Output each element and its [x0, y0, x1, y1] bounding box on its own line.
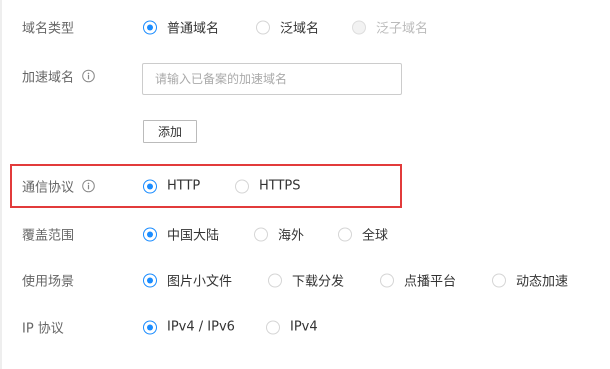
radio-label: 图片小文件: [167, 274, 233, 290]
domain-type-row: 域名类型 普通域名 泛域名 泛子域名: [0, 13, 610, 41]
radio-label: IPv4 / IPv6: [167, 319, 235, 335]
radio-label: 泛域名: [280, 21, 320, 37]
radio-label: 普通域名: [167, 21, 220, 37]
radio-circle-checked[interactable]: [143, 227, 157, 241]
radio-circle[interactable]: [235, 179, 249, 193]
radio-domain-type-wildcard[interactable]: 泛域名: [256, 18, 319, 37]
radio-circle-checked[interactable]: [143, 320, 157, 334]
ip-protocol-row: IP 协议 IPv4 / IPv6 IPv4: [0, 313, 610, 341]
accel-domain-label: 加速域名: [22, 70, 75, 86]
protocol-row: 通信协议 HTTP HTTPS: [0, 172, 610, 200]
radio-ip-v4[interactable]: IPv4: [266, 320, 318, 335]
radio-circle-checked[interactable]: [143, 179, 157, 193]
radio-label: HTTPS: [259, 178, 301, 194]
radio-label: 全球: [362, 228, 389, 244]
radio-scenario-vod[interactable]: 点播平台: [380, 271, 456, 290]
accel-domain-label-wrap: 加速域名: [22, 67, 95, 86]
protocol-label: 通信协议: [22, 180, 75, 196]
radio-circle[interactable]: [256, 20, 270, 34]
coverage-label: 覆盖范围: [22, 228, 75, 244]
coverage-row: 覆盖范围 中国大陆 海外 全球: [0, 220, 610, 248]
domain-type-label: 域名类型: [22, 21, 75, 37]
info-circle-icon[interactable]: [82, 69, 95, 83]
scenario-row: 使用场景 图片小文件 下载分发 点播平台 动态加速: [0, 266, 610, 294]
radio-label: 动态加速: [516, 274, 569, 290]
radio-circle-checked[interactable]: [143, 20, 157, 34]
radio-circle[interactable]: [380, 273, 394, 287]
radio-label: 海外: [278, 228, 305, 244]
ip-protocol-label: IP 协议: [22, 321, 64, 337]
radio-scenario-dynamic[interactable]: 动态加速: [492, 271, 568, 290]
accel-domain-input[interactable]: [142, 63, 402, 95]
radio-label: 点播平台: [404, 274, 457, 290]
radio-circle[interactable]: [492, 273, 506, 287]
radio-circle[interactable]: [266, 320, 280, 334]
radio-label: HTTP: [167, 178, 201, 194]
cdn-domain-form: 域名类型 普通域名 泛域名 泛子域名 加速域名 添加: [0, 0, 610, 369]
radio-circle[interactable]: [338, 227, 352, 241]
radio-ip-dual-stack[interactable]: IPv4 / IPv6: [143, 320, 235, 335]
radio-label: 中国大陆: [167, 228, 220, 244]
scenario-label: 使用场景: [22, 274, 75, 290]
radio-coverage-overseas[interactable]: 海外: [254, 225, 304, 244]
radio-label: 泛子域名: [376, 21, 429, 37]
protocol-label-wrap: 通信协议: [22, 177, 95, 196]
radio-circle[interactable]: [268, 273, 282, 287]
radio-protocol-http[interactable]: HTTP: [143, 179, 200, 194]
radio-domain-type-sub-wildcard: 泛子域名: [352, 18, 428, 37]
radio-label: IPv4: [290, 319, 318, 335]
radio-coverage-mainland[interactable]: 中国大陆: [143, 225, 219, 244]
radio-circle[interactable]: [254, 227, 268, 241]
radio-circle-disabled: [352, 20, 366, 34]
add-domain-button[interactable]: 添加: [143, 120, 197, 143]
radio-protocol-https[interactable]: HTTPS: [235, 179, 301, 194]
radio-domain-type-normal[interactable]: 普通域名: [143, 18, 219, 37]
radio-scenario-download[interactable]: 下载分发: [268, 271, 344, 290]
radio-scenario-image-small-file[interactable]: 图片小文件: [143, 271, 232, 290]
info-circle-icon[interactable]: [82, 179, 95, 193]
radio-circle-checked[interactable]: [143, 273, 157, 287]
radio-coverage-global[interactable]: 全球: [338, 225, 388, 244]
radio-label: 下载分发: [292, 274, 345, 290]
